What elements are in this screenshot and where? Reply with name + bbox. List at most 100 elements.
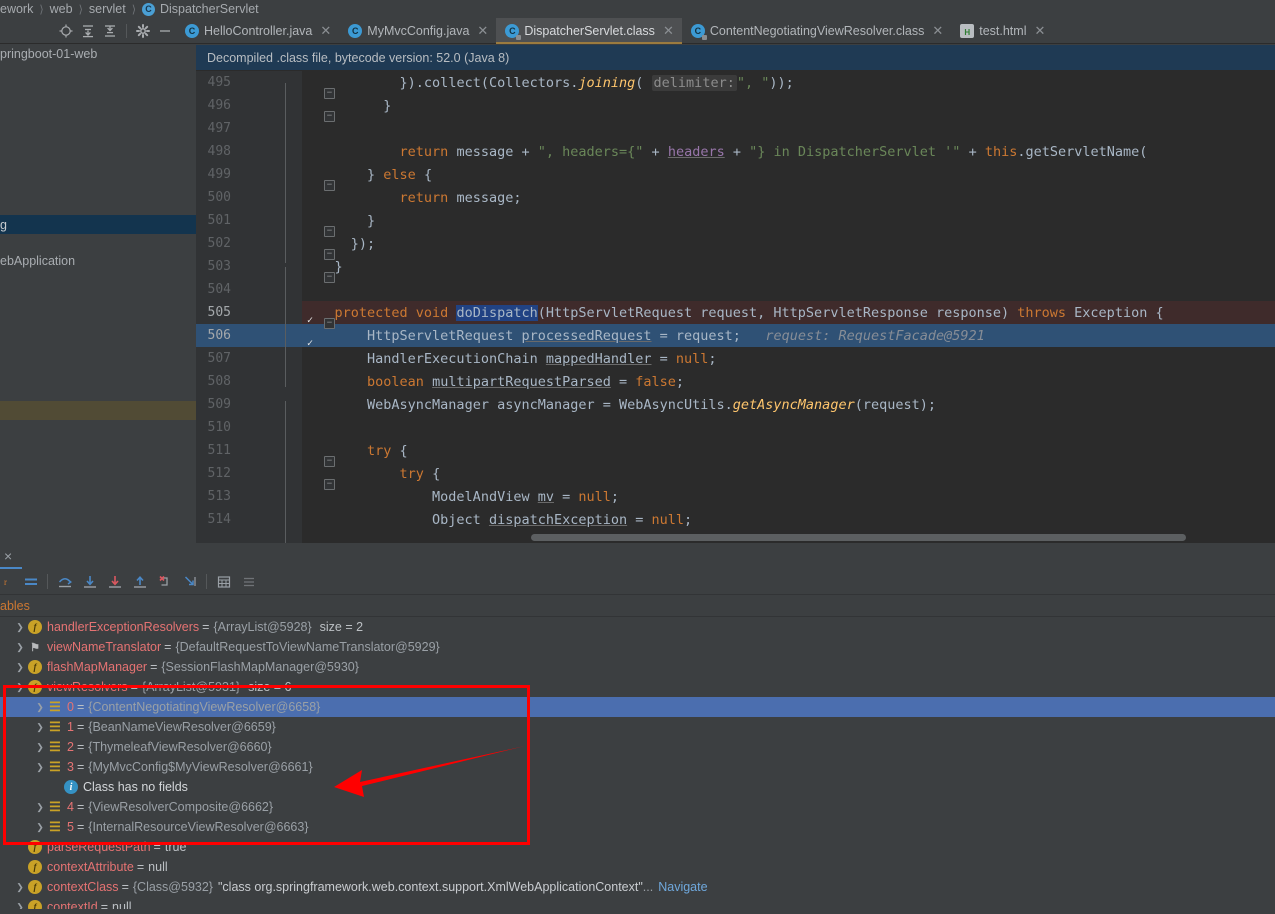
navigate-link[interactable]: Navigate bbox=[658, 880, 707, 894]
expand-chevron-icon[interactable]: ❯ bbox=[12, 882, 28, 893]
editor-line[interactable]: 497 bbox=[196, 117, 1275, 140]
variable-index: 1 bbox=[67, 720, 74, 734]
breadcrumb-class-name[interactable]: DispatcherServlet bbox=[160, 2, 259, 16]
editor-line[interactable]: 511 − try { bbox=[196, 439, 1275, 467]
hide-panel-icon[interactable] bbox=[154, 20, 176, 42]
editor-horizontal-scrollbar[interactable] bbox=[531, 534, 1186, 541]
variable-row[interactable]: ❯ f handlerExceptionResolvers = {ArrayLi… bbox=[0, 617, 1275, 637]
variable-name: contextAttribute bbox=[47, 860, 134, 874]
editor-line[interactable]: 510 bbox=[196, 416, 1275, 439]
editor-line[interactable]: 495 − }).collect(Collectors.joining( del… bbox=[196, 71, 1275, 99]
editor-line[interactable]: 508 boolean multipartRequestParsed = fal… bbox=[196, 370, 1275, 393]
expand-chevron-icon[interactable]: ❯ bbox=[32, 702, 48, 713]
expand-chevron-icon[interactable]: ❯ bbox=[32, 822, 48, 833]
project-tree-item-selected[interactable]: g bbox=[0, 215, 196, 234]
variable-row-index-2[interactable]: ❯ ☰ 2 = {ThymeleafViewResolver@6660} bbox=[0, 737, 1275, 757]
editor-line[interactable]: 499 − } else { bbox=[196, 163, 1275, 191]
collapse-chevron-icon[interactable]: ❯ bbox=[32, 762, 48, 773]
show-execution-point-icon[interactable] bbox=[18, 570, 43, 594]
variable-index: 5 bbox=[67, 820, 74, 834]
editor-line[interactable]: 514 Object dispatchException = null; bbox=[196, 508, 1275, 531]
drop-frame-icon[interactable] bbox=[152, 570, 177, 594]
editor-line[interactable]: 498 return message + ", headers={" + hea… bbox=[196, 140, 1275, 163]
expand-chevron-icon[interactable]: ❯ bbox=[32, 802, 48, 813]
variable-row[interactable]: f parseRequestPath = true bbox=[0, 837, 1275, 857]
code-text: Object dispatchException = null; bbox=[432, 511, 693, 528]
tab-label: DispatcherServlet.class bbox=[524, 23, 655, 38]
mute-breakpoints-icon[interactable]: r bbox=[0, 570, 18, 594]
close-icon[interactable]: ✕ bbox=[929, 24, 943, 37]
expand-chevron-icon[interactable]: ❯ bbox=[32, 722, 48, 733]
variable-row[interactable]: ❯ f flashMapManager = {SessionFlashMapMa… bbox=[0, 657, 1275, 677]
close-icon[interactable]: ✕ bbox=[474, 24, 488, 37]
breadcrumb-item-1[interactable]: web bbox=[50, 2, 73, 16]
expand-chevron-icon[interactable]: ❯ bbox=[12, 642, 28, 653]
editor-line[interactable]: 502 − }); bbox=[196, 232, 1275, 260]
settings-icon[interactable] bbox=[236, 570, 261, 594]
variable-row-index-3[interactable]: ❯ ☰ 3 = {MyMvcConfig$MyViewResolver@6661… bbox=[0, 757, 1275, 777]
breadcrumb-item-0[interactable]: ework bbox=[0, 2, 33, 16]
editor-line[interactable]: 500 return message; bbox=[196, 186, 1275, 209]
equals-sign: = bbox=[76, 720, 85, 734]
step-out-icon[interactable] bbox=[127, 570, 152, 594]
equals-sign: = bbox=[150, 660, 158, 674]
tab-test-html[interactable]: H test.html ✕ bbox=[951, 18, 1053, 44]
line-number: 508 bbox=[207, 374, 231, 389]
project-tree-item[interactable]: ebApplication bbox=[0, 251, 196, 270]
tab-mymvcconfig[interactable]: C MyMvcConfig.java ✕ bbox=[339, 18, 496, 44]
expand-chevron-icon[interactable]: ❯ bbox=[12, 622, 28, 633]
tab-list: C HelloController.java ✕ C MyMvcConfig.j… bbox=[176, 17, 1053, 44]
line-number: 507 bbox=[207, 351, 231, 366]
variable-row[interactable]: f contextAttribute = null bbox=[0, 857, 1275, 877]
editor-line[interactable]: 496 − } bbox=[196, 94, 1275, 122]
variables-tree[interactable]: ❯ f handlerExceptionResolvers = {ArrayLi… bbox=[0, 617, 1275, 909]
variable-row-index-4[interactable]: ❯ ☰ 4 = {ViewResolverComposite@6662} bbox=[0, 797, 1275, 817]
line-number: 501 bbox=[207, 213, 231, 228]
editor-line[interactable]: 503 − } bbox=[196, 255, 1275, 283]
variable-size: size = 6 bbox=[248, 680, 292, 694]
editor-line[interactable]: 507 HandlerExecutionChain mappedHandler … bbox=[196, 347, 1275, 370]
variable-row[interactable]: ❯ ⚑ viewNameTranslator = {DefaultRequest… bbox=[0, 637, 1275, 657]
expand-all-icon[interactable] bbox=[77, 20, 99, 42]
locate-target-icon[interactable] bbox=[55, 20, 77, 42]
editor-line-executing[interactable]: 506 ✓ HttpServletRequest processedReques… bbox=[196, 324, 1275, 348]
project-tree-panel[interactable]: pringboot-01-web g ebApplication bbox=[0, 44, 196, 543]
close-icon[interactable]: ✕ bbox=[1031, 24, 1045, 37]
expand-chevron-icon[interactable]: ❯ bbox=[12, 902, 28, 910]
editor-line[interactable]: 504 bbox=[196, 278, 1275, 301]
code-editor[interactable]: 495 − }).collect(Collectors.joining( del… bbox=[196, 71, 1275, 543]
editor-line[interactable]: 501 − } bbox=[196, 209, 1275, 237]
expand-chevron-icon[interactable]: ❯ bbox=[32, 742, 48, 753]
editor-line[interactable]: 509 WebAsyncManager asyncManager = WebAs… bbox=[196, 393, 1275, 416]
code-text: HttpServletRequest processedRequest = re… bbox=[367, 327, 985, 344]
tab-hellocontroller[interactable]: C HelloController.java ✕ bbox=[176, 18, 339, 44]
variable-size: size = 2 bbox=[319, 620, 364, 634]
run-to-cursor-icon[interactable] bbox=[177, 570, 202, 594]
step-over-icon[interactable] bbox=[52, 570, 77, 594]
step-into-icon[interactable] bbox=[77, 570, 102, 594]
variable-row[interactable]: ❯ f contextId = null bbox=[0, 897, 1275, 909]
close-icon[interactable]: × bbox=[4, 548, 12, 564]
close-icon[interactable]: ✕ bbox=[660, 24, 674, 37]
settings-gear-icon[interactable] bbox=[132, 20, 154, 42]
editor-line[interactable]: 513 ModelAndView mv = null; bbox=[196, 485, 1275, 508]
tab-contentnegotiatingviewresolver[interactable]: C ContentNegotiatingViewResolver.class ✕ bbox=[682, 18, 951, 44]
editor-line[interactable]: 512 − try { bbox=[196, 462, 1275, 490]
close-icon[interactable]: ✕ bbox=[317, 24, 331, 37]
variable-row-index-5[interactable]: ❯ ☰ 5 = {InternalResourceViewResolver@66… bbox=[0, 817, 1275, 837]
project-tree-item[interactable]: pringboot-01-web bbox=[0, 44, 196, 63]
collapse-chevron-icon[interactable]: ❯ bbox=[12, 682, 28, 693]
evaluate-expression-icon[interactable] bbox=[211, 570, 236, 594]
collapse-all-icon[interactable] bbox=[99, 20, 121, 42]
variable-row-index-1[interactable]: ❯ ☰ 1 = {BeanNameViewResolver@6659} bbox=[0, 717, 1275, 737]
variable-row-index-0[interactable]: ❯ ☰ 0 = {ContentNegotiatingViewResolver@… bbox=[0, 697, 1275, 717]
expand-chevron-icon[interactable]: ❯ bbox=[12, 662, 28, 673]
project-tree-item-highlighted[interactable] bbox=[0, 401, 196, 420]
breadcrumb-item-2[interactable]: servlet bbox=[89, 2, 126, 16]
variable-row-viewresolvers[interactable]: ❯ f viewResolvers = {ArrayList@5931} siz… bbox=[0, 677, 1275, 697]
toolbar-divider bbox=[206, 574, 207, 589]
editor-line-method-declaration[interactable]: 505 ✓ − protected void doDispatch(HttpSe… bbox=[196, 301, 1275, 329]
force-step-into-icon[interactable] bbox=[102, 570, 127, 594]
tab-dispatcherservlet[interactable]: C DispatcherServlet.class ✕ bbox=[496, 17, 682, 44]
variable-row-contextclass[interactable]: ❯ f contextClass = {Class@5932} "class o… bbox=[0, 877, 1275, 897]
